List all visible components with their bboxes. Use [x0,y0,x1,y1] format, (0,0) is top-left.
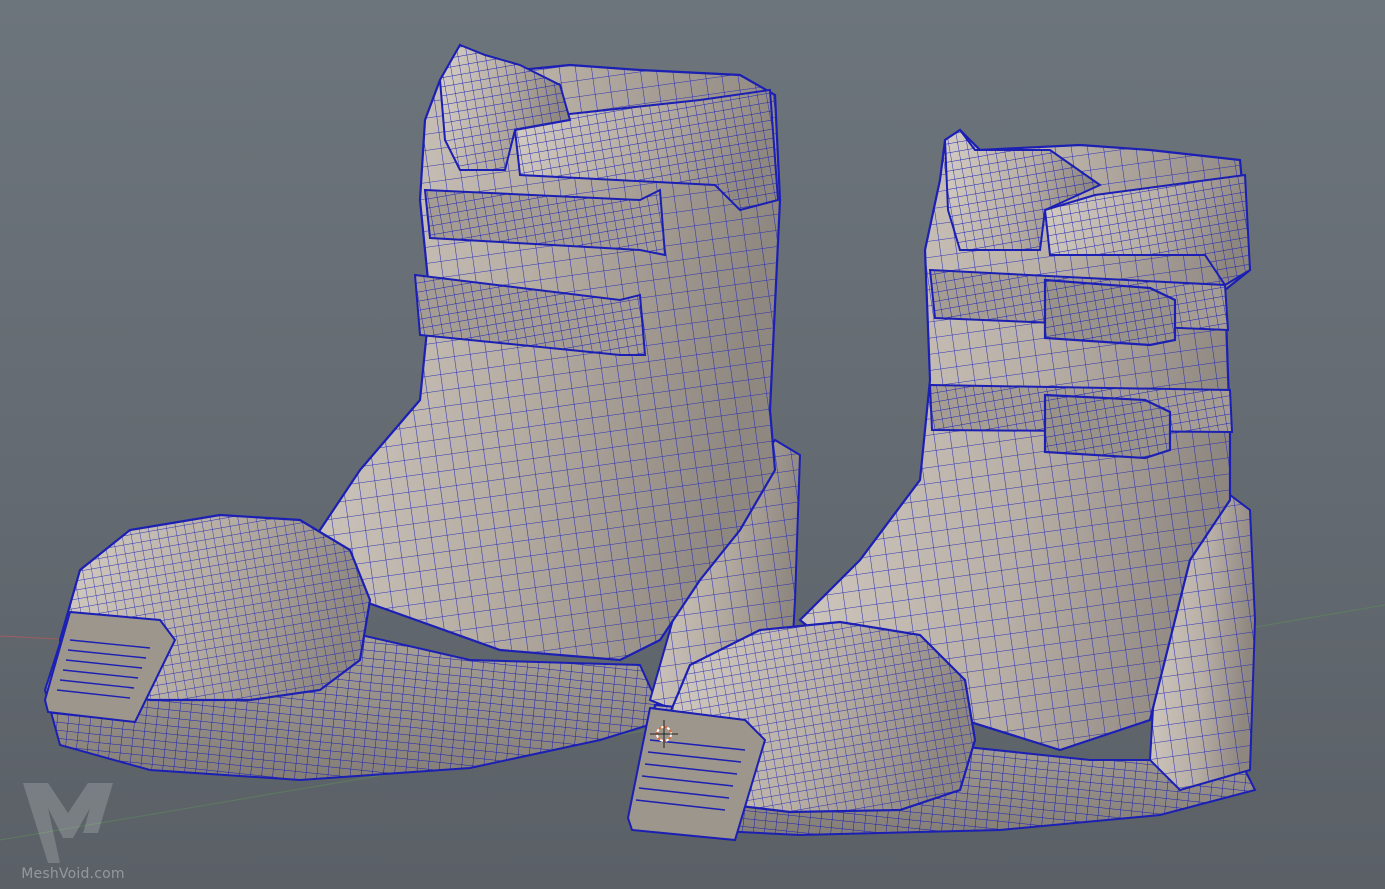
watermark-text: MeshVoid.com [21,866,125,882]
3d-viewport[interactable]: MeshVoid.com [0,0,1385,889]
meshvoid-logo-icon [23,783,113,863]
boot-left[interactable] [43,43,802,782]
scene-canvas[interactable] [0,0,1385,889]
watermark: MeshVoid.com [18,778,128,888]
